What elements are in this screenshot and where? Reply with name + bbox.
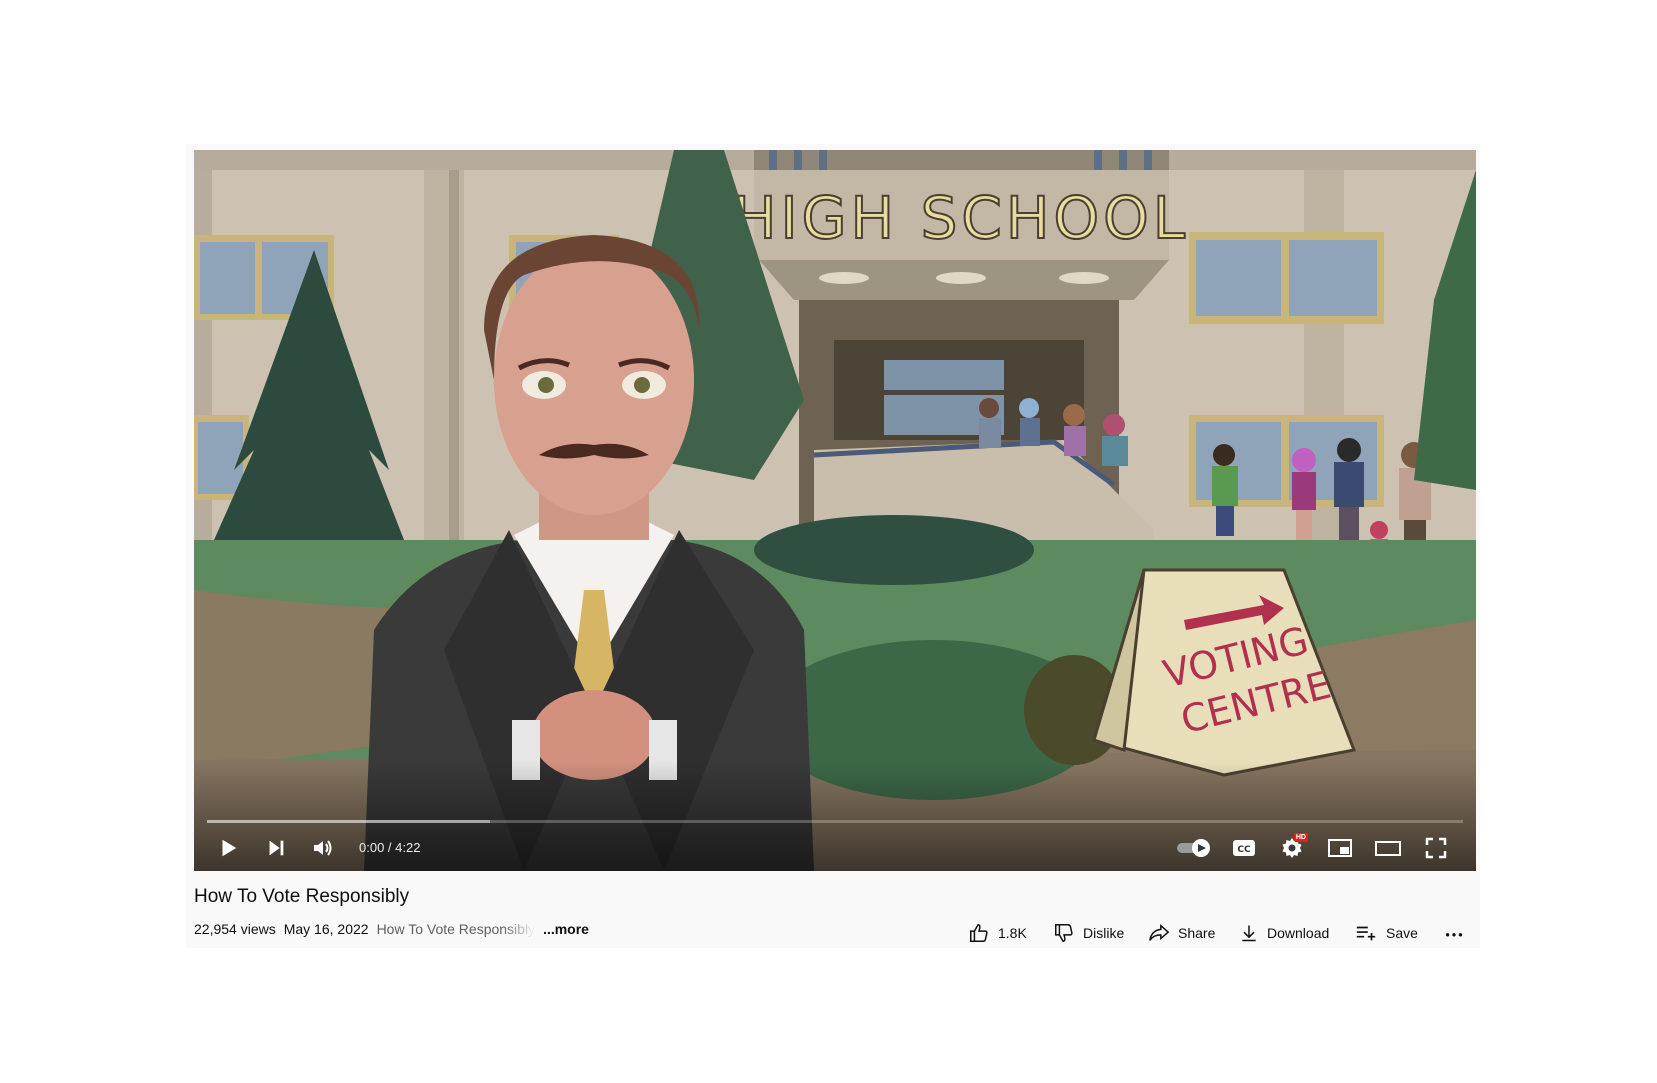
fullscreen-button[interactable] (1420, 834, 1452, 862)
svg-text:CC: CC (1237, 845, 1251, 855)
scene-building-sign: HIGH SCHOOL (733, 184, 1189, 252)
dislike-label: Dislike (1083, 925, 1125, 941)
description-more-link[interactable]: ...more (543, 921, 589, 937)
thumbs-up-icon (970, 924, 988, 942)
fullscreen-icon (1425, 837, 1447, 859)
share-button[interactable]: Share (1148, 918, 1215, 948)
dislike-button[interactable]: Dislike (1053, 918, 1124, 948)
theater-mode-icon (1375, 841, 1401, 856)
next-button[interactable] (262, 834, 290, 862)
volume-button[interactable] (308, 834, 338, 862)
next-icon (269, 840, 284, 856)
playlist-add-icon (1356, 926, 1376, 941)
description-preview[interactable]: How To Vote Responsibly (377, 921, 536, 937)
play-button[interactable] (214, 834, 242, 862)
download-icon (1242, 925, 1256, 942)
download-button[interactable]: Download (1239, 918, 1329, 948)
autoplay-toggle-icon (1177, 839, 1210, 857)
time-display: 0:00 / 4:22 (359, 840, 421, 855)
captions-icon: CC (1233, 840, 1255, 856)
more-horizontal-icon (1445, 933, 1463, 937)
video-title: How To Vote Responsibly (194, 886, 410, 907)
autoplay-toggle[interactable] (1174, 834, 1214, 862)
save-label: Save (1386, 925, 1418, 941)
volume-icon (314, 840, 332, 856)
captions-button[interactable]: CC (1228, 834, 1260, 862)
hd-badge: HD (1293, 833, 1308, 842)
miniplayer-icon (1328, 839, 1352, 857)
video-metadata[interactable]: 22,954 views May 16, 2022 How To Vote Re… (194, 921, 589, 937)
download-label: Download (1267, 925, 1330, 941)
share-label: Share (1178, 925, 1216, 941)
like-button[interactable]: 1.8K (968, 918, 1027, 948)
view-count: 22,954 views (194, 921, 276, 937)
play-icon (222, 839, 237, 857)
video-player[interactable]: HIGH SCHOOL VOTING CENTRE 0:00 / 4:22 CC… (194, 150, 1476, 871)
share-icon (1149, 924, 1170, 941)
more-actions-button[interactable] (1443, 918, 1465, 948)
progress-buffered (207, 820, 490, 823)
progress-bar[interactable] (207, 820, 1463, 823)
like-count: 1.8K (998, 925, 1027, 941)
thumbs-down-icon (1055, 924, 1073, 942)
upload-date: May 16, 2022 (283, 921, 369, 937)
miniplayer-button[interactable] (1324, 834, 1356, 862)
save-button[interactable]: Save (1354, 918, 1418, 948)
theater-mode-button[interactable] (1372, 834, 1404, 862)
settings-button[interactable]: HD (1276, 833, 1308, 862)
